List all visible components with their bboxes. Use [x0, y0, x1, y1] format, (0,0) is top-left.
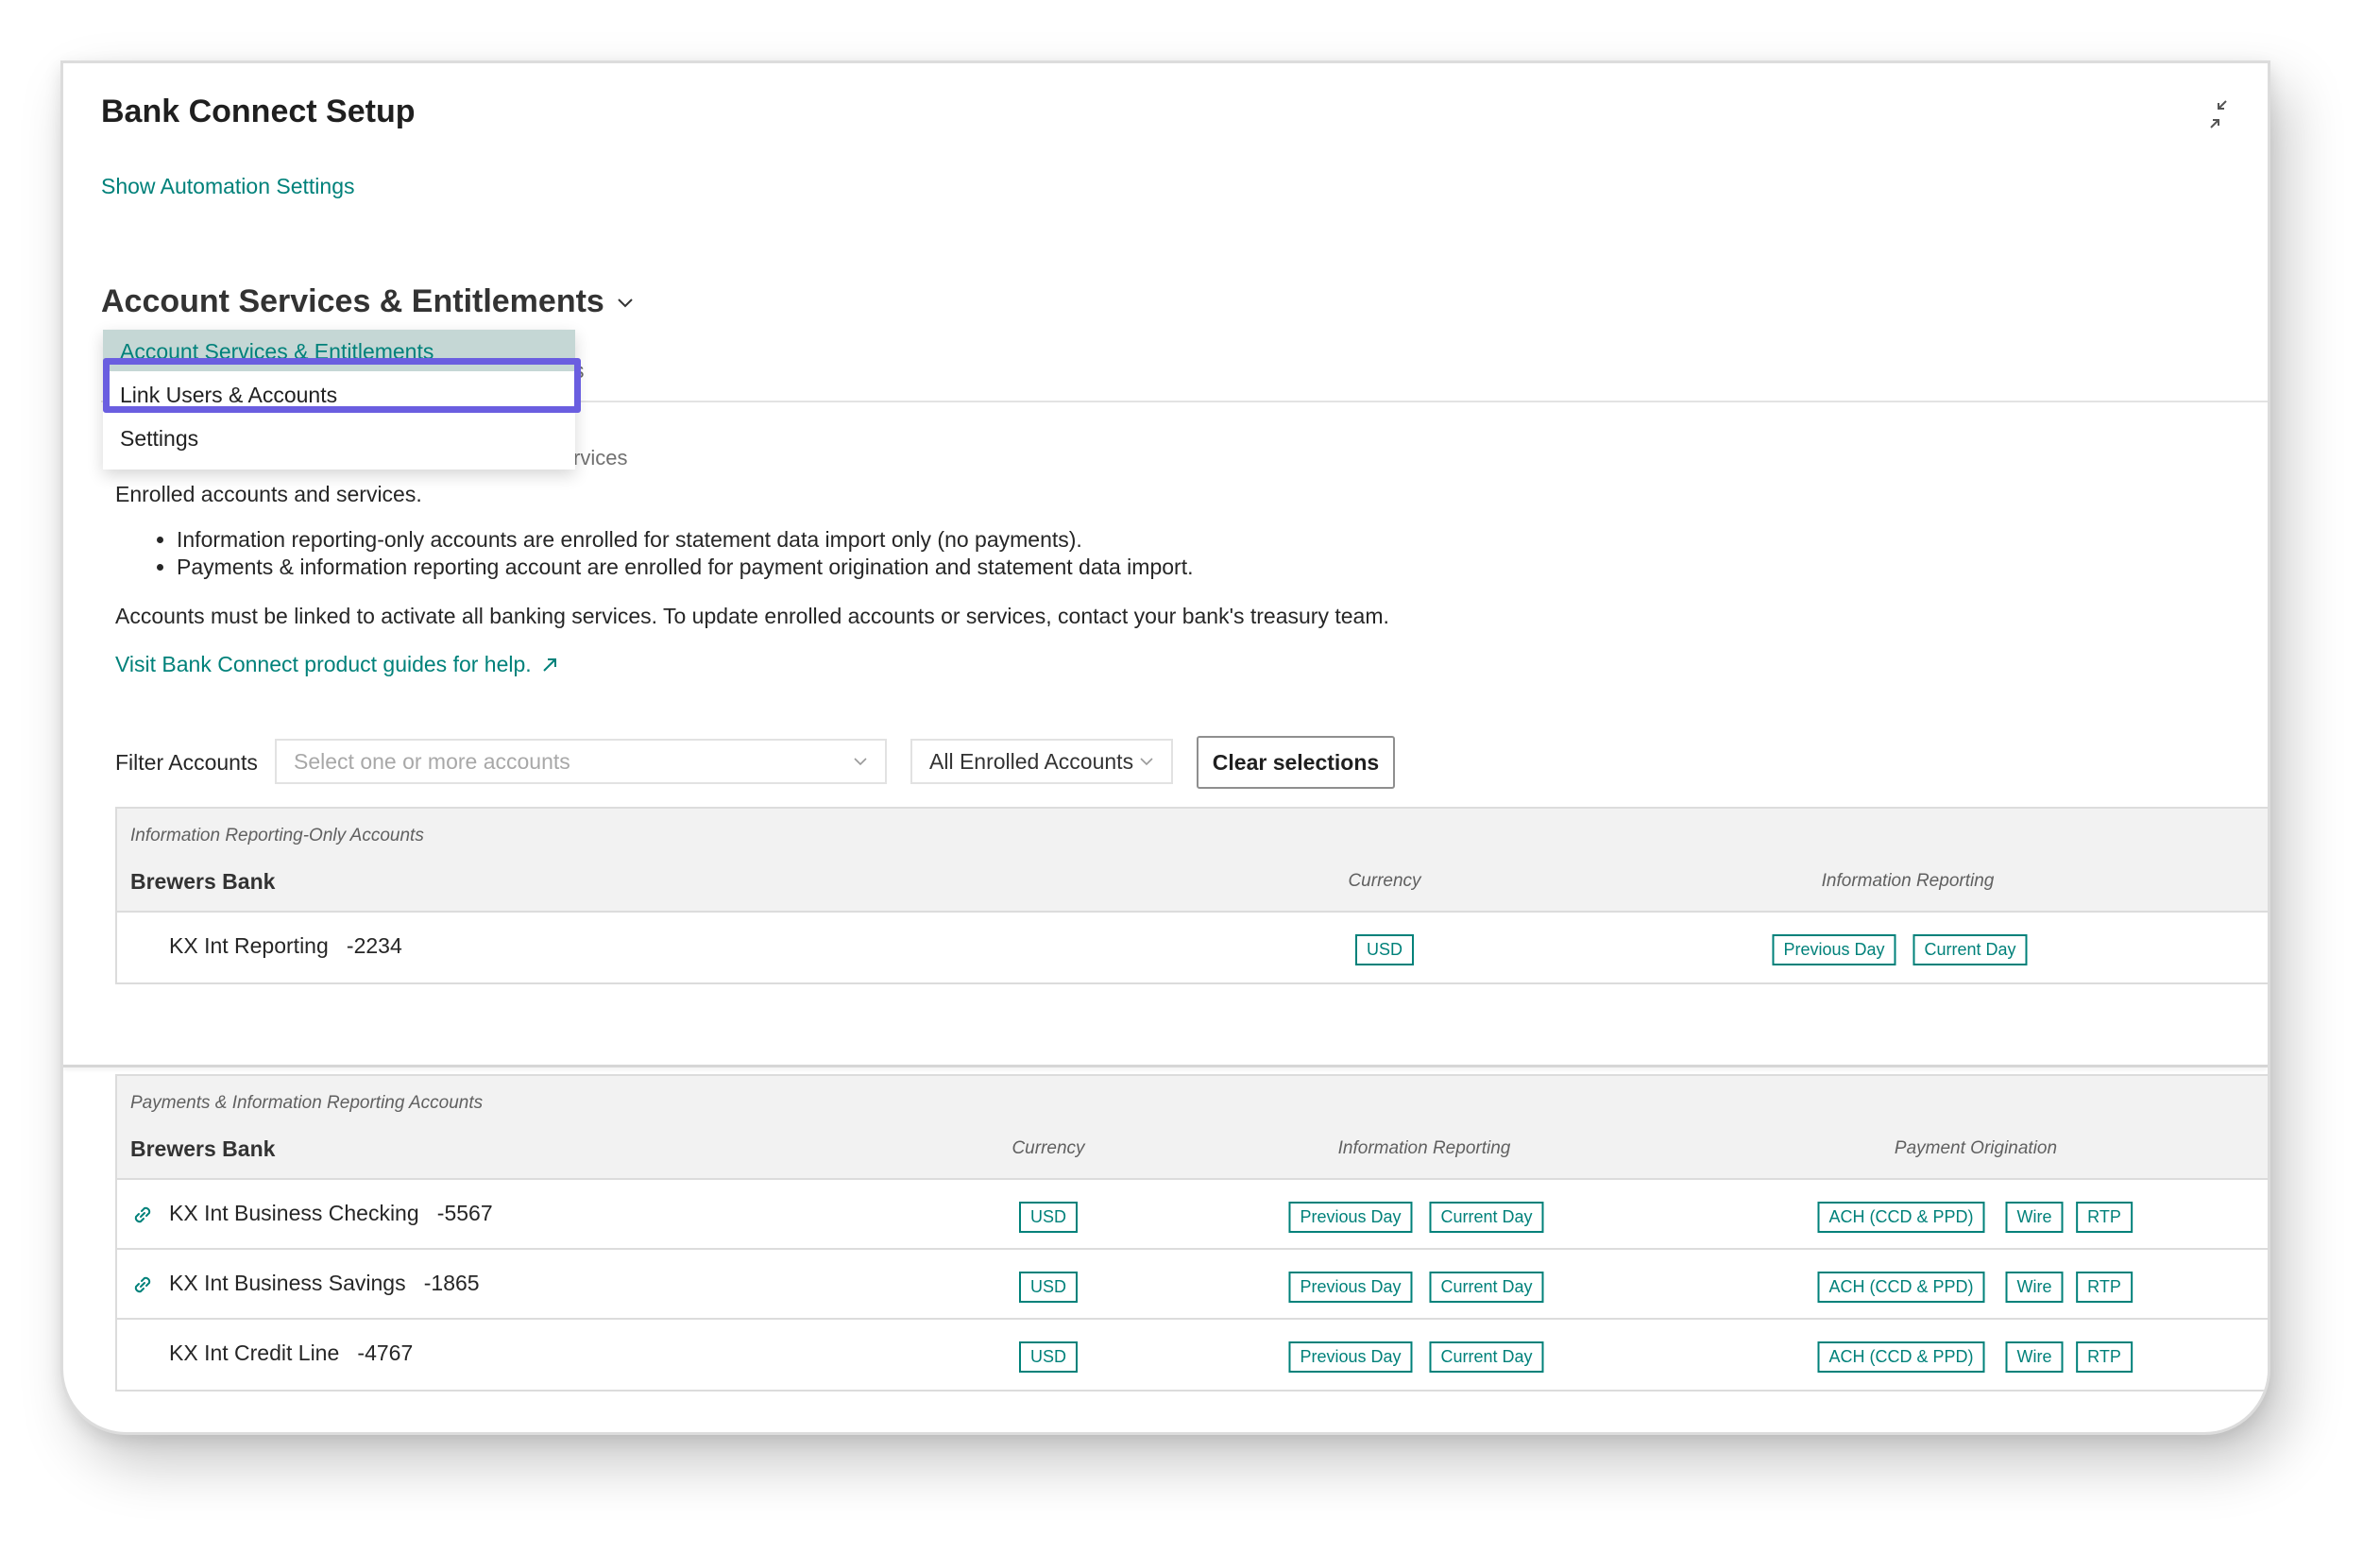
clear-selections-button[interactable]: Clear selections: [1197, 736, 1395, 789]
external-link-icon: [542, 657, 556, 672]
product-guides-link[interactable]: Visit Bank Connect product guides for he…: [115, 652, 558, 677]
wire-badge[interactable]: Wire: [2005, 1341, 2064, 1373]
previous-day-badge[interactable]: Previous Day: [1772, 934, 1896, 965]
account-name: KX Int Business Savings -1865: [169, 1271, 480, 1295]
bank-name: Brewers Bank: [130, 1136, 276, 1161]
ach-badge[interactable]: ACH (CCD & PPD): [1817, 1202, 1985, 1233]
column-header-information-reporting: Information Reporting: [1821, 871, 1995, 891]
description-intro: Enrolled accounts and services.: [115, 482, 422, 506]
table-header: Information Reporting-Only Accounts Brew…: [117, 809, 2268, 913]
filter-accounts-input[interactable]: Select one or more accounts: [275, 739, 887, 784]
column-header-payment-origination: Payment Origination: [1894, 1138, 2058, 1158]
description-note: Accounts must be linked to activate all …: [115, 604, 1389, 628]
rtp-badge[interactable]: RTP: [2076, 1272, 2133, 1303]
wire-badge[interactable]: Wire: [2005, 1272, 2064, 1303]
current-day-badge[interactable]: Current Day: [1429, 1202, 1544, 1233]
table-row: KX Int Business Savings -1865 USD Previo…: [117, 1250, 2268, 1320]
scroll-separator: [63, 1065, 2268, 1067]
bank-name: Brewers Bank: [130, 869, 276, 894]
previous-day-badge[interactable]: Previous Day: [1288, 1202, 1413, 1233]
page-title: Bank Connect Setup: [101, 94, 416, 129]
currency-badge[interactable]: USD: [1354, 934, 1415, 965]
wire-badge[interactable]: Wire: [2005, 1202, 2064, 1233]
chevron-down-icon: [1140, 758, 1153, 766]
account-name: KX Int Credit Line -4767: [169, 1341, 414, 1365]
bullet-item: Information reporting-only accounts are …: [177, 526, 1193, 554]
chevron-down-icon: [618, 298, 633, 307]
ach-badge[interactable]: ACH (CCD & PPD): [1817, 1341, 1985, 1373]
rtp-badge[interactable]: RTP: [2076, 1202, 2133, 1233]
current-day-badge[interactable]: Current Day: [1429, 1272, 1544, 1303]
current-day-badge[interactable]: Current Day: [1912, 934, 2028, 965]
reporting-only-table: Information Reporting-Only Accounts Brew…: [115, 807, 2268, 984]
table-caption: Information Reporting-Only Accounts: [130, 826, 424, 845]
table-caption: Payments & Information Reporting Account…: [130, 1093, 484, 1113]
account-name: KX Int Business Checking -5567: [169, 1201, 493, 1225]
current-day-badge[interactable]: Current Day: [1429, 1341, 1544, 1373]
link-icon[interactable]: [129, 1272, 156, 1298]
currency-badge[interactable]: USD: [1018, 1341, 1079, 1373]
section-dropdown-menu: Account Services & Entitlements Link Use…: [103, 330, 575, 470]
column-header-currency: Currency: [1348, 871, 1421, 891]
table-row: KX Int Reporting -2234 USD Previous Day …: [117, 913, 2268, 982]
bank-connect-setup-window: Bank Connect Setup Show Automation Setti…: [60, 60, 2270, 1435]
section-dropdown[interactable]: Account Services & Entitlements: [101, 283, 637, 320]
filter-accounts-label: Filter Accounts: [115, 750, 258, 775]
account-name: KX Int Reporting -2234: [169, 933, 402, 958]
column-header-currency: Currency: [1012, 1138, 1085, 1158]
bullet-item: Payments & information reporting account…: [177, 554, 1193, 581]
ach-badge[interactable]: ACH (CCD & PPD): [1817, 1272, 1985, 1303]
table-row: KX Int Business Checking -5567 USD Previ…: [117, 1180, 2268, 1250]
menu-item-settings[interactable]: Settings: [103, 417, 575, 460]
currency-badge[interactable]: USD: [1018, 1202, 1079, 1233]
collapse-arrows-icon[interactable]: [2198, 94, 2239, 135]
previous-day-badge[interactable]: Previous Day: [1288, 1272, 1413, 1303]
chevron-down-icon: [854, 758, 867, 766]
show-automation-settings-link[interactable]: Show Automation Settings: [101, 174, 355, 199]
link-icon[interactable]: [129, 1202, 156, 1228]
previous-day-badge[interactable]: Previous Day: [1288, 1341, 1413, 1373]
currency-badge[interactable]: USD: [1018, 1272, 1079, 1303]
section-title: Account Services & Entitlements: [101, 283, 604, 319]
rtp-badge[interactable]: RTP: [2076, 1341, 2133, 1373]
enrolled-accounts-select[interactable]: All Enrolled Accounts: [910, 739, 1173, 784]
table-header: Payments & Information Reporting Account…: [117, 1076, 2268, 1180]
product-guides-link-label: Visit Bank Connect product guides for he…: [115, 652, 532, 676]
table-row: KX Int Credit Line -4767 USD Previous Da…: [117, 1320, 2268, 1390]
description-bullets: Information reporting-only accounts are …: [177, 526, 1193, 581]
column-header-information-reporting: Information Reporting: [1337, 1138, 1511, 1158]
enrolled-select-value: All Enrolled Accounts: [929, 749, 1134, 774]
menu-item-account-services[interactable]: Account Services & Entitlements: [103, 330, 575, 371]
payments-table: Payments & Information Reporting Account…: [115, 1074, 2268, 1392]
subtab-remnant: rvices: [573, 446, 628, 470]
filter-placeholder: Select one or more accounts: [294, 749, 570, 774]
menu-item-link-users-accounts[interactable]: Link Users & Accounts: [103, 373, 575, 417]
